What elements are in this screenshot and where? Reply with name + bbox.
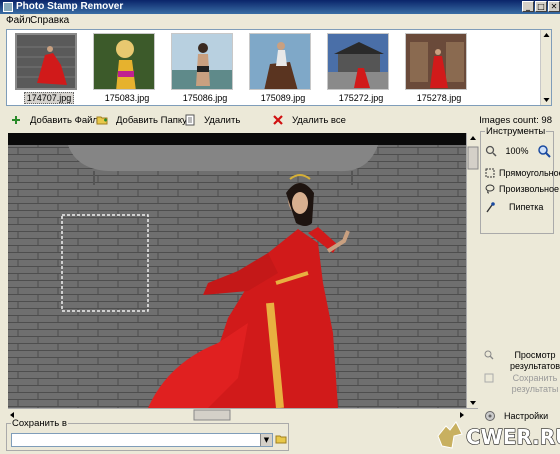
thumbnail-image [15, 33, 77, 90]
menu-bar: Файл Справка [0, 14, 560, 28]
image-canvas[interactable] [8, 133, 466, 408]
remove-all-label: Удалить все [292, 114, 346, 126]
save-results-label: Сохранить результаты [511, 373, 559, 394]
add-file-icon [12, 116, 20, 124]
thumbnail-name: 175089.jpg [260, 93, 306, 103]
thumbnail-image [327, 33, 389, 90]
thumbnail-item[interactable]: 175086.jpg [169, 33, 241, 103]
zoom-in-icon[interactable] [537, 144, 551, 158]
thumbnail-image [249, 33, 311, 90]
thumbnail-name: 175086.jpg [182, 93, 228, 103]
lasso-icon [485, 184, 495, 194]
tools-panel: Инструменты 100% Прямоугольное Произволь… [480, 126, 560, 234]
thumbnail-image [405, 33, 467, 90]
delete-icon [273, 115, 283, 125]
pipette-icon [486, 202, 495, 213]
thumbnail-item[interactable]: 175083.jpg [91, 33, 163, 103]
title-bar: Photo Stamp Remover _ □ ✕ [0, 0, 560, 14]
save-results-button[interactable]: Сохранить результаты [484, 373, 560, 395]
maximize-button[interactable]: □ [535, 1, 547, 12]
thumbnail-scrollbar[interactable] [540, 30, 551, 105]
browse-folder-icon[interactable] [275, 433, 287, 445]
remove-button[interactable]: Удалить [184, 112, 240, 128]
zoom-row: 100% [485, 144, 551, 158]
images-count: Images count: 98 [479, 115, 552, 126]
tool-freeform-label: Произвольное [499, 184, 560, 194]
save-to-group: Сохранить в ▼ [6, 418, 289, 451]
minimize-button[interactable]: _ [522, 1, 534, 12]
tool-rectangular-label: Прямоугольное [499, 168, 560, 178]
close-button[interactable]: ✕ [548, 1, 560, 12]
add-folder-icon [96, 116, 108, 125]
add-file-label: Добавить Файл [30, 114, 98, 126]
remove-all-button[interactable]: Удалить все [272, 112, 346, 128]
thumbnail-item[interactable]: 174707.jpg [13, 33, 85, 104]
toolbar: Добавить Файл Добавить Папку Удалить Уда… [0, 110, 560, 130]
rectangle-select-icon [485, 168, 495, 178]
thumbnail-image [171, 33, 233, 90]
add-file-button[interactable]: Добавить Файл [10, 112, 98, 128]
add-folder-label: Добавить Папку [116, 114, 187, 126]
tools-legend: Инструменты [485, 126, 547, 137]
window-title: Photo Stamp Remover [16, 1, 124, 12]
tool-pipette[interactable]: Пипетка [485, 201, 543, 213]
canvas-horizontal-scrollbar[interactable] [8, 408, 478, 421]
thumbnail-name: 175278.jpg [416, 93, 462, 103]
tool-rectangular[interactable]: Прямоугольное [485, 168, 560, 178]
save-to-select[interactable]: ▼ [11, 433, 273, 447]
save-to-legend: Сохранить в [11, 418, 68, 429]
thumbnail-image [93, 33, 155, 90]
preview-results-button[interactable]: Просмотр результатов [484, 350, 560, 372]
preview-results-label: Просмотр результатов [509, 350, 560, 371]
watermark-logo: CWER.RU [432, 414, 560, 454]
thumbnail-item[interactable]: 175272.jpg [325, 33, 397, 103]
thumbnail-item[interactable]: 175089.jpg [247, 33, 319, 103]
preview-icon [484, 350, 494, 360]
thumbnail-name: 174707.jpg [23, 92, 75, 104]
canvas-vertical-scrollbar[interactable] [466, 133, 479, 408]
zoom-out-icon[interactable] [485, 145, 497, 157]
menu-help[interactable]: Справка [30, 15, 69, 26]
document-icon [185, 114, 195, 126]
thumbnail-strip[interactable]: 174707.jpg 175083.jpg 175086.jpg 175089.… [6, 29, 552, 106]
save-results-icon [484, 373, 494, 383]
svg-text:CWER.RU: CWER.RU [466, 425, 560, 449]
thumbnail-item[interactable]: 175278.jpg [403, 33, 475, 103]
app-icon [3, 2, 13, 12]
add-folder-button[interactable]: Добавить Папку [96, 112, 187, 128]
tool-freeform[interactable]: Произвольное [485, 184, 559, 194]
thumbnail-name: 175083.jpg [104, 93, 150, 103]
photo-image [8, 133, 466, 408]
chevron-down-icon[interactable]: ▼ [260, 434, 272, 446]
tool-pipette-label: Пипетка [509, 202, 544, 212]
thumbnail-name: 175272.jpg [338, 93, 384, 103]
menu-file[interactable]: Файл [6, 15, 31, 26]
zoom-level: 100% [505, 146, 529, 156]
remove-label: Удалить [204, 114, 241, 126]
